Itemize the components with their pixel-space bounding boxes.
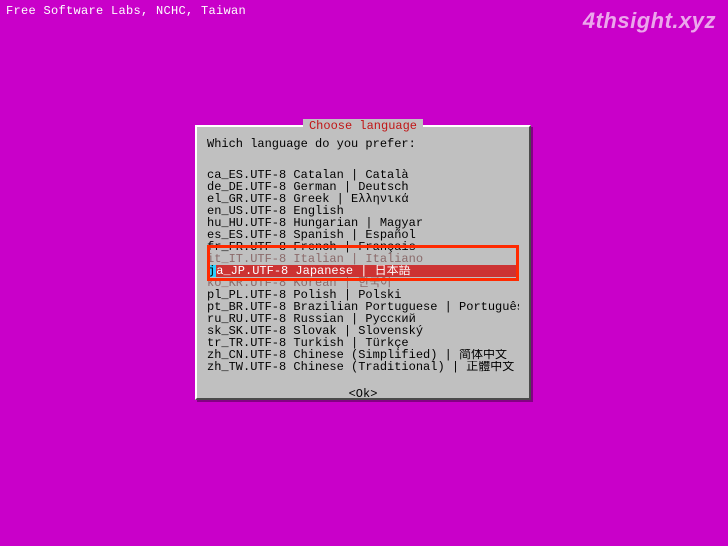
language-option-label: zh_TW.UTF-8 Chinese (Traditional) | 正體中文…: [207, 361, 519, 373]
language-option[interactable]: ru_RU.UTF-8 Russian | Русский: [207, 313, 519, 325]
spacer: [197, 157, 529, 169]
language-option-label: pt_BR.UTF-8 Brazilian Portuguese | Portu…: [207, 301, 519, 313]
language-option[interactable]: en_US.UTF-8 English: [207, 205, 519, 217]
language-dialog: Choose language Which language do you pr…: [195, 125, 531, 400]
language-option[interactable]: hu_HU.UTF-8 Hungarian | Magyar: [207, 217, 519, 229]
language-option-label: it_IT.UTF-8 Italian | Italiano: [207, 253, 423, 265]
language-option-label: a_JP.UTF-8 Japanese | 日本語: [216, 265, 410, 277]
language-option-label: hu_HU.UTF-8 Hungarian | Magyar: [207, 217, 423, 229]
language-option[interactable]: el_GR.UTF-8 Greek | Ελληνικά: [207, 193, 519, 205]
language-option-label: ca_ES.UTF-8 Catalan | Català: [207, 169, 409, 181]
language-option[interactable]: ko_KR.UTF-8 Korean | 한국어: [207, 277, 519, 289]
language-option[interactable]: it_IT.UTF-8 Italian | Italiano: [207, 253, 519, 265]
language-option[interactable]: zh_TW.UTF-8 Chinese (Traditional) | 正體中文…: [207, 361, 519, 373]
language-option[interactable]: de_DE.UTF-8 German | Deutsch: [207, 181, 519, 193]
language-option-label: en_US.UTF-8 English: [207, 205, 344, 217]
language-option[interactable]: tr_TR.UTF-8 Turkish | Türkçe: [207, 337, 519, 349]
language-option[interactable]: ca_ES.UTF-8 Catalan | Català: [207, 169, 519, 181]
language-option-label: de_DE.UTF-8 German | Deutsch: [207, 181, 409, 193]
watermark: 4thsight.xyz: [583, 8, 716, 34]
dialog-title: Choose language: [303, 119, 423, 133]
language-option[interactable]: pl_PL.UTF-8 Polish | Polski: [207, 289, 519, 301]
header-text: Free Software Labs, NCHC, Taiwan: [6, 4, 246, 18]
language-option-label: el_GR.UTF-8 Greek | Ελληνικά: [207, 193, 409, 205]
language-option[interactable]: sk_SK.UTF-8 Slovak | Slovenský: [207, 325, 519, 337]
language-option[interactable]: ja_JP.UTF-8 Japanese | 日本語: [207, 265, 519, 277]
language-option-label: ru_RU.UTF-8 Russian | Русский: [207, 313, 416, 325]
language-option-label: pl_PL.UTF-8 Polish | Polski: [207, 289, 401, 301]
cursor-icon: j: [207, 265, 216, 277]
language-option-label: fr_FR.UTF-8 French | Français: [207, 241, 416, 253]
language-option[interactable]: fr_FR.UTF-8 French | Français: [207, 241, 519, 253]
ok-button[interactable]: <Ok>: [197, 387, 529, 401]
language-option[interactable]: zh_CN.UTF-8 Chinese (Simplified) | 简体中文: [207, 349, 519, 361]
language-option[interactable]: pt_BR.UTF-8 Brazilian Portuguese | Portu…: [207, 301, 519, 313]
language-option-label: zh_CN.UTF-8 Chinese (Simplified) | 简体中文: [207, 349, 507, 361]
language-option-label: sk_SK.UTF-8 Slovak | Slovenský: [207, 325, 423, 337]
language-list[interactable]: ca_ES.UTF-8 Catalan | Catalàde_DE.UTF-8 …: [197, 169, 529, 373]
language-option-label: ko_KR.UTF-8 Korean | 한국어: [207, 277, 391, 289]
language-option-label: es_ES.UTF-8 Spanish | Español: [207, 229, 416, 241]
language-option[interactable]: es_ES.UTF-8 Spanish | Español: [207, 229, 519, 241]
language-option-label: tr_TR.UTF-8 Turkish | Türkçe: [207, 337, 409, 349]
